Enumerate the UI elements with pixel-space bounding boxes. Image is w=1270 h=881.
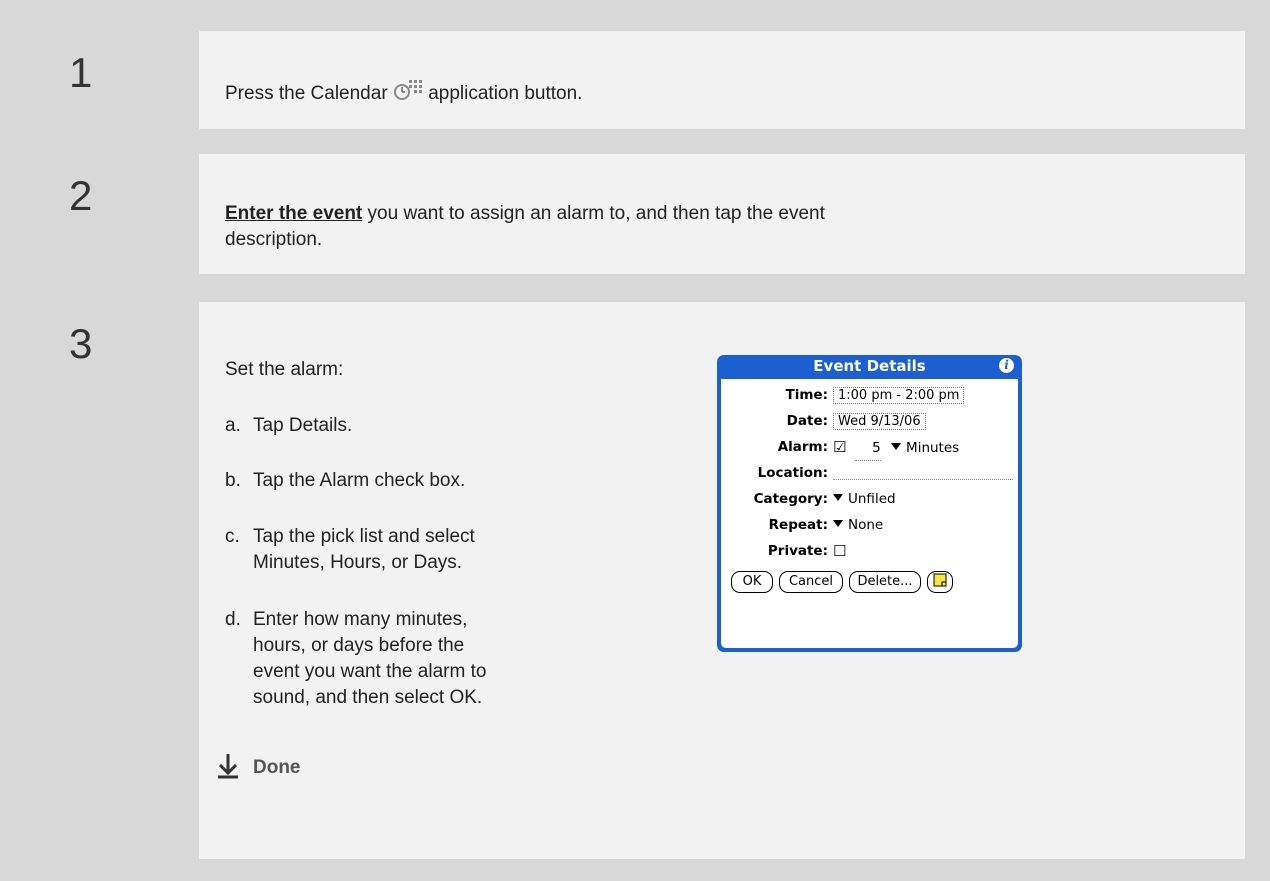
- dialog-title: Event Details: [813, 357, 926, 375]
- step-3-intro: Set the alarm:: [225, 359, 344, 380]
- dialog-body: Time: 1:00 pm - 2:00 pm Date: Wed 9/13/0…: [721, 379, 1018, 648]
- chevron-down-icon: [833, 494, 843, 501]
- step-number-1: 1: [37, 31, 199, 129]
- step-2-text: Enter the event you want to assign an al…: [225, 203, 825, 250]
- location-row: Location:: [721, 461, 1018, 485]
- date-row: Date: Wed 9/13/06: [721, 409, 1018, 433]
- alarm-unit-picker[interactable]: Minutes: [891, 440, 959, 456]
- step-1-text: Press the Calendar application button.: [225, 77, 582, 107]
- location-field[interactable]: [833, 478, 1013, 480]
- category-picker[interactable]: Unfiled: [833, 487, 896, 511]
- step-2-panel: Enter the event you want to assign an al…: [199, 154, 1245, 274]
- cancel-button[interactable]: Cancel: [779, 571, 843, 593]
- alarm-amount-field[interactable]: 5: [854, 436, 881, 461]
- alarm-checkbox[interactable]: ☑: [833, 438, 846, 456]
- private-checkbox[interactable]: ☐: [833, 539, 846, 563]
- delete-button[interactable]: Delete...: [849, 571, 921, 593]
- page-frame: 1 Press the Calendar application button.…: [0, 0, 1270, 881]
- alarm-row: Alarm: ☑ 5 Minutes: [721, 435, 1018, 461]
- time-selector[interactable]: 1:00 pm - 2:00 pm: [833, 387, 965, 404]
- calendar-icon: [393, 77, 423, 103]
- info-icon[interactable]: i: [999, 358, 1014, 373]
- date-selector[interactable]: Wed 9/13/06: [833, 413, 926, 430]
- time-row: Time: 1:00 pm - 2:00 pm: [721, 383, 1018, 407]
- category-row: Category: Unfiled: [721, 487, 1018, 511]
- step-1-panel: Press the Calendar application button.: [199, 31, 1245, 129]
- note-button[interactable]: [927, 571, 953, 593]
- chevron-down-icon: [891, 443, 902, 450]
- step-number-3: 3: [37, 302, 199, 859]
- done-marker: Done: [217, 753, 301, 779]
- enter-event-link[interactable]: Enter the event: [225, 203, 362, 224]
- repeat-row: Repeat: None: [721, 513, 1018, 537]
- private-row: Private: ☐: [721, 539, 1018, 563]
- chevron-down-icon: [833, 520, 843, 527]
- repeat-picker[interactable]: None: [833, 513, 883, 537]
- down-arrow-icon: [218, 754, 238, 779]
- ok-button[interactable]: OK: [731, 571, 773, 593]
- note-icon: [933, 573, 947, 587]
- event-details-dialog: Event Details i Time: 1:00 pm - 2:00 pm …: [717, 355, 1022, 652]
- step-number-2: 2: [37, 154, 199, 274]
